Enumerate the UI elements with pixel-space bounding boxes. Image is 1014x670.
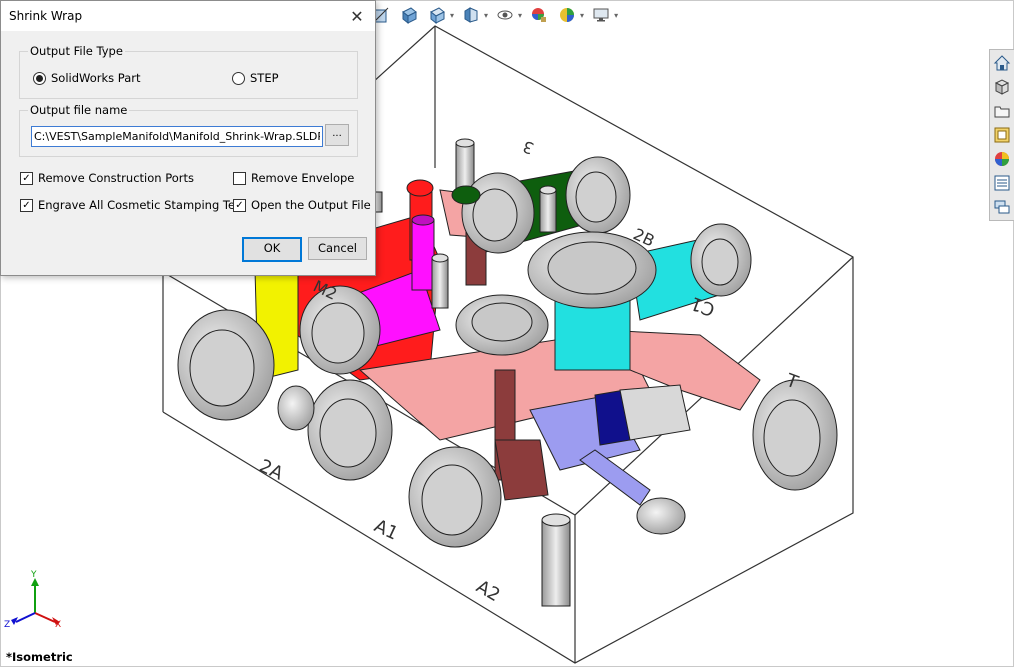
- checkbox-box[interactable]: ✓: [233, 198, 246, 212]
- radio-solidworks-part-label: SolidWorks Part: [51, 71, 141, 85]
- port-label-2a: 2A: [256, 455, 287, 484]
- dialog-titlebar[interactable]: Shrink Wrap ✕: [1, 1, 375, 31]
- checkbox-label: Open the Output File: [251, 198, 371, 212]
- output-file-type-label: Output File Type: [28, 44, 125, 58]
- checkbox-label: Remove Envelope: [251, 171, 355, 185]
- cancel-button[interactable]: Cancel: [308, 237, 367, 260]
- checkbox-box[interactable]: ✓: [20, 171, 33, 185]
- shrink-wrap-dialog: Shrink Wrap ✕ Output File Type SolidWork…: [0, 0, 376, 276]
- radio-step[interactable]: STEP: [232, 71, 279, 85]
- view-settings-dropdown-icon[interactable]: ▾: [518, 11, 522, 20]
- display-style-dropdown-icon[interactable]: ▾: [450, 11, 454, 20]
- heads-up-view-toolbar: ▾ ▾ ▾ ▾ ▾: [370, 4, 618, 26]
- checkbox-box[interactable]: ✓: [20, 198, 33, 212]
- view-orientation-icon[interactable]: [398, 5, 420, 25]
- triad-z-label: Z: [4, 620, 10, 630]
- view-palette-icon[interactable]: [991, 124, 1013, 146]
- output-path-input[interactable]: [31, 126, 323, 147]
- design-library-icon[interactable]: [991, 76, 1013, 98]
- edit-appearance-icon[interactable]: [528, 5, 550, 25]
- ok-button[interactable]: OK: [242, 237, 302, 262]
- checkbox-box[interactable]: [233, 171, 246, 185]
- port-label-3: 3: [520, 137, 536, 158]
- output-file-name-label: Output file name: [28, 103, 130, 117]
- hide-show-icon[interactable]: [460, 5, 482, 25]
- triad-x-label: X: [55, 620, 61, 630]
- display-style-icon[interactable]: [426, 5, 448, 25]
- port-label-a1: A1: [371, 515, 401, 544]
- browse-button[interactable]: ...: [325, 124, 349, 146]
- checkbox-open-output-file[interactable]: ✓ Open the Output File: [233, 198, 371, 212]
- apply-scene-icon[interactable]: [556, 5, 578, 25]
- file-explorer-icon[interactable]: [991, 100, 1013, 122]
- triad-y-label: Y: [30, 570, 37, 580]
- home-icon[interactable]: [991, 52, 1013, 74]
- radio-solidworks-part[interactable]: SolidWorks Part: [33, 71, 141, 85]
- radio-dot-selected[interactable]: [33, 71, 46, 85]
- close-icon[interactable]: ✕: [347, 7, 367, 26]
- reference-triad: Y X Z: [4, 570, 61, 630]
- task-pane-tabs: [989, 49, 1014, 221]
- dialog-title: Shrink Wrap: [9, 9, 83, 23]
- checkbox-label: Remove Construction Ports: [38, 171, 194, 185]
- checkbox-label: Engrave All Cosmetic Stamping Text: [38, 198, 247, 212]
- port-label-a2: A2: [473, 576, 504, 606]
- radio-dot[interactable]: [232, 71, 245, 85]
- forum-icon[interactable]: [991, 196, 1013, 218]
- checkbox-remove-construction-ports[interactable]: ✓ Remove Construction Ports: [20, 171, 194, 185]
- checkbox-remove-envelope[interactable]: Remove Envelope: [233, 171, 354, 185]
- view-settings-icon[interactable]: [494, 5, 516, 25]
- radio-step-label: STEP: [250, 71, 279, 85]
- apply-scene-dropdown-icon[interactable]: ▾: [580, 11, 584, 20]
- appearances-icon[interactable]: [991, 148, 1013, 170]
- monitor-settings-icon[interactable]: [590, 5, 612, 25]
- view-name-label: *Isometric: [6, 650, 73, 664]
- checkbox-engrave-stamping-text[interactable]: ✓ Engrave All Cosmetic Stamping Text: [20, 198, 246, 212]
- monitor-settings-dropdown-icon[interactable]: ▾: [614, 11, 618, 20]
- custom-properties-icon[interactable]: [991, 172, 1013, 194]
- hide-show-dropdown-icon[interactable]: ▾: [484, 11, 488, 20]
